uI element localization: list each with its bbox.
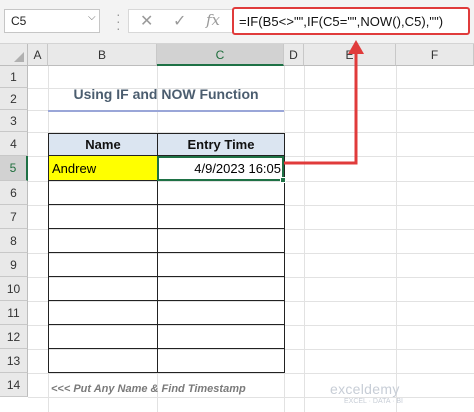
- callout-arrow-head: [348, 40, 364, 54]
- watermark-tagline: EXCEL · DATA · BI: [344, 398, 403, 405]
- instruction-note: <<< Put Any Name & Find Timestamp: [51, 383, 246, 395]
- callout-arrow-line: [284, 52, 358, 165]
- watermark-logo: exceldemy: [330, 381, 400, 397]
- callout-arrow: [284, 40, 364, 165]
